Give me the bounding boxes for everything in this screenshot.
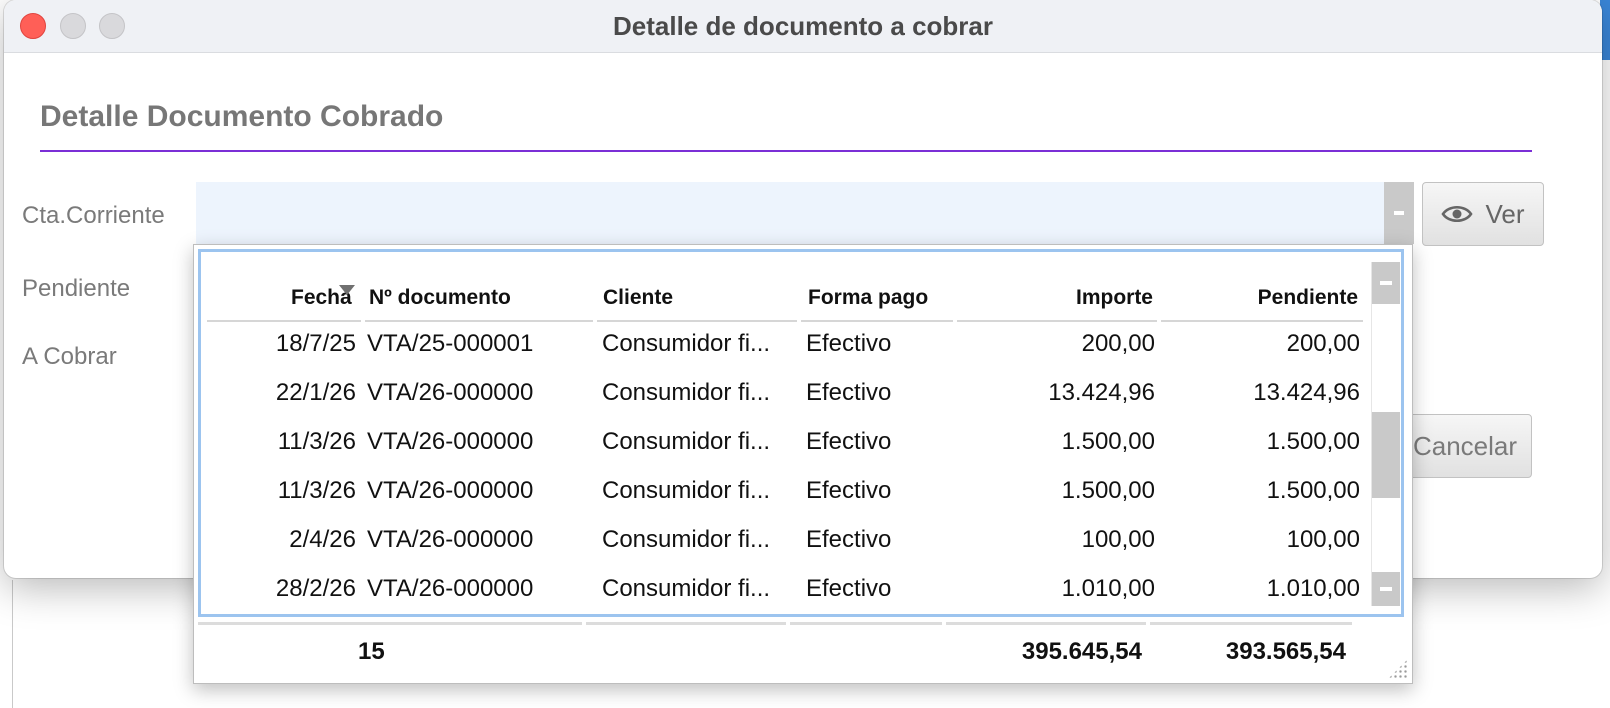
cta-corriente-combo[interactable] (196, 182, 1384, 244)
column-header-cliente[interactable]: Cliente (603, 286, 673, 310)
resize-grip-icon[interactable] (1388, 659, 1408, 679)
cell-importe: 13.424,96 (1048, 379, 1155, 406)
cell-pendiente: 1.500,00 (1266, 477, 1360, 504)
cell-cliente: Consumidor fi... (602, 526, 771, 553)
cell-importe: 200,00 (1081, 330, 1155, 357)
column-header-documento[interactable]: Nº documento (369, 286, 511, 310)
total-count: 15 (358, 638, 385, 665)
scroll-down-icon (1380, 587, 1392, 591)
scrollbar-thumb[interactable] (1372, 412, 1400, 498)
column-header-forma-pago[interactable]: Forma pago (808, 286, 928, 310)
cell-fecha: 11/3/26 (277, 428, 356, 455)
cell-importe: 1.500,00 (1061, 428, 1155, 455)
a-cobrar-label: A Cobrar (22, 343, 117, 370)
cell-pendiente: 1.500,00 (1266, 428, 1360, 455)
background-divider (12, 580, 13, 708)
cell-fecha: 22/1/26 (275, 379, 356, 406)
cta-corriente-label: Cta.Corriente (22, 202, 165, 229)
column-header-importe[interactable]: Importe (961, 286, 1153, 310)
cell-fecha: 18/7/25 (275, 330, 356, 357)
total-pendiente: 393.565,54 (1225, 638, 1346, 665)
dropdown-dash-icon (1394, 211, 1404, 215)
footer-separator (946, 622, 1146, 625)
cell-forma-pago: Efectivo (806, 330, 892, 357)
form-heading: Detalle Documento Cobrado (40, 100, 444, 133)
cell-forma-pago: Efectivo (806, 575, 892, 602)
cell-pendiente: 13.424,96 (1253, 379, 1360, 406)
header-separator (801, 320, 953, 322)
footer-separator (790, 622, 942, 625)
ver-button-label: Ver (1485, 198, 1525, 229)
header-separator (957, 320, 1157, 322)
window-title: Detalle de documento a cobrar (613, 11, 993, 41)
cell-importe: 100,00 (1081, 526, 1155, 553)
total-importe: 395.645,54 (1021, 638, 1142, 665)
cell-fecha: 11/3/26 (277, 477, 356, 504)
cell-cliente: Consumidor fi... (602, 477, 771, 504)
cell-cliente: Consumidor fi... (602, 428, 771, 455)
sort-descending-icon (339, 285, 355, 295)
cta-corriente-popup: Fecha Nº documento Cliente Forma pago Im… (193, 244, 1413, 684)
cell-cliente: Consumidor fi... (602, 379, 771, 406)
footer-separator (1150, 622, 1352, 625)
pendiente-label: Pendiente (22, 275, 131, 302)
cell-importe: 1.500,00 (1061, 477, 1155, 504)
footer-separator (586, 622, 786, 625)
cell-forma-pago: Efectivo (806, 379, 892, 406)
cell-fecha: 28/2/26 (275, 575, 356, 602)
cell-cliente: Consumidor fi... (602, 330, 771, 357)
cell-pendiente: 100,00 (1286, 526, 1360, 553)
title-bar: Detalle de documento a cobrar (4, 0, 1602, 53)
cell-pendiente: 1.010,00 (1266, 575, 1360, 602)
heading-underline (40, 150, 1532, 152)
cell-pendiente: 200,00 (1286, 330, 1360, 357)
eye-icon (1441, 205, 1474, 223)
ver-button[interactable]: Ver (1422, 182, 1544, 246)
cta-corriente-dropdown-button[interactable] (1384, 182, 1414, 244)
footer-separator (198, 622, 582, 625)
header-separator (1161, 320, 1363, 322)
cancel-button-label: Cancelar (1412, 430, 1518, 461)
cell-documento: VTA/26-000000 (367, 477, 534, 504)
cell-forma-pago: Efectivo (806, 526, 892, 553)
header-separator (207, 320, 361, 322)
documents-table: Fecha Nº documento Cliente Forma pago Im… (198, 249, 1404, 617)
scroll-up-button[interactable] (1372, 262, 1400, 304)
cell-documento: VTA/26-000000 (367, 379, 534, 406)
header-separator (597, 320, 797, 322)
cell-documento: VTA/25-000001 (367, 330, 534, 357)
cell-cliente: Consumidor fi... (602, 575, 771, 602)
cell-documento: VTA/26-000000 (367, 526, 534, 553)
cell-documento: VTA/26-000000 (367, 575, 534, 602)
cell-forma-pago: Efectivo (806, 477, 892, 504)
cell-documento: VTA/26-000000 (367, 428, 534, 455)
scroll-down-button[interactable] (1372, 572, 1400, 606)
cell-fecha: 2/4/26 (289, 526, 356, 553)
column-header-pendiente[interactable]: Pendiente (1161, 286, 1358, 310)
cell-forma-pago: Efectivo (806, 428, 892, 455)
header-separator (365, 320, 593, 322)
cell-importe: 1.010,00 (1061, 575, 1155, 602)
table-vertical-scrollbar[interactable] (1371, 262, 1400, 606)
scroll-up-icon (1380, 281, 1392, 285)
